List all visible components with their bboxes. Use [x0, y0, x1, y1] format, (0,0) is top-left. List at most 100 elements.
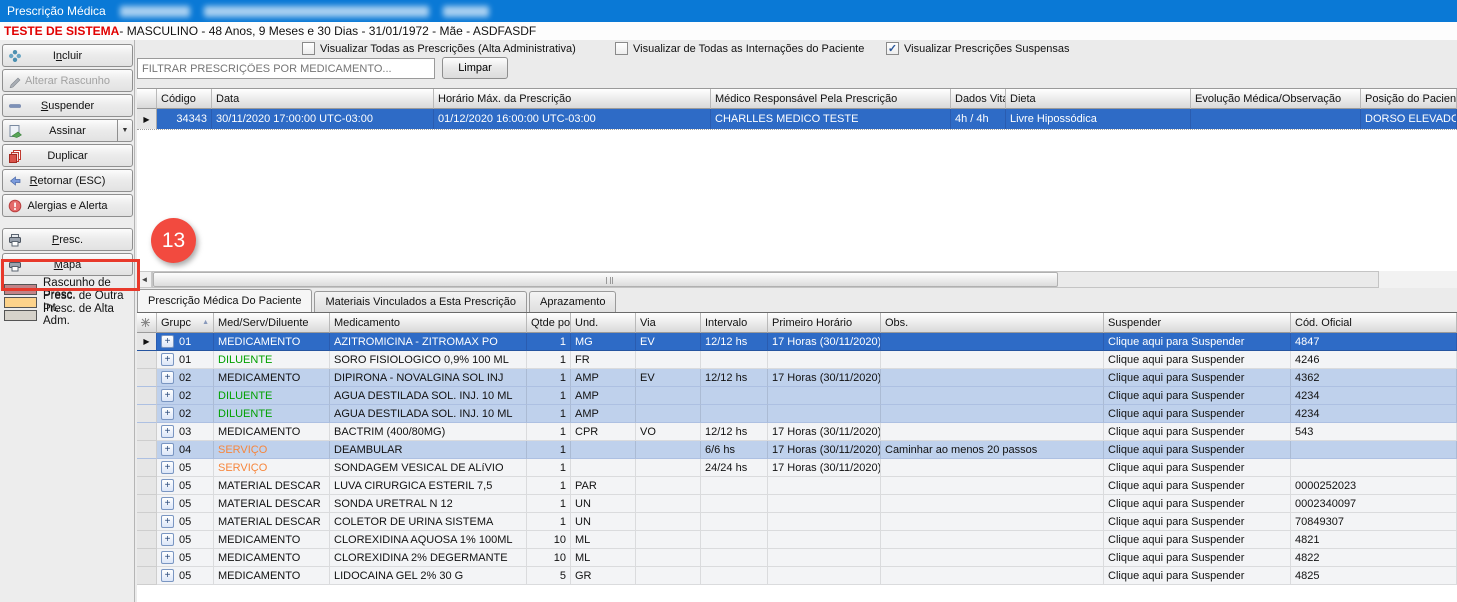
- column-header[interactable]: Médico Responsável Pela Prescrição: [711, 89, 951, 109]
- suspend-link[interactable]: Clique aqui para Suspender: [1104, 369, 1291, 387]
- table-row[interactable]: +05MEDICAMENTOCLOREXIDINA AQUOSA 1% 100M…: [137, 531, 1457, 549]
- window-title: Prescrição Médica: [7, 4, 106, 18]
- tab-prescri-o-m-dica-do-paciente[interactable]: Prescrição Médica Do Paciente: [137, 289, 312, 312]
- checkbox-option[interactable]: ✓Visualizar Prescrições Suspensas: [886, 42, 1069, 55]
- medication-filter-input[interactable]: [137, 58, 435, 79]
- suspend-link[interactable]: Clique aqui para Suspender: [1104, 405, 1291, 423]
- table-row[interactable]: +05MEDICAMENTOCLOREXIDINA 2% DEGERMANTE1…: [137, 549, 1457, 567]
- expand-row-button[interactable]: +: [161, 389, 174, 402]
- suspend-link[interactable]: Clique aqui para Suspender: [1104, 459, 1291, 477]
- table-row[interactable]: +05MATERIAL DESCARLUVA CIRURGICA ESTERIL…: [137, 477, 1457, 495]
- column-header[interactable]: Posição do Paciente: [1361, 89, 1457, 109]
- cell-tipo: DILUENTE: [214, 387, 330, 405]
- column-header[interactable]: Obs.: [881, 313, 1104, 333]
- table-row[interactable]: +05MATERIAL DESCARSONDA URETRAL N 121UNC…: [137, 495, 1457, 513]
- suspend-link[interactable]: Clique aqui para Suspender: [1104, 423, 1291, 441]
- column-header[interactable]: Und.: [571, 313, 636, 333]
- table-row[interactable]: ▶+01MEDICAMENTOAZITROMICINA - ZITROMAX P…: [137, 333, 1457, 351]
- window-titlebar: Prescrição Médica: [0, 0, 1457, 22]
- hscrollbar-thumb[interactable]: [153, 272, 1058, 287]
- cell-qtde: 10: [527, 549, 571, 567]
- expand-row-button[interactable]: +: [161, 569, 174, 582]
- sidebar-button-retornar-esc[interactable]: Retornar (ESC): [2, 169, 133, 192]
- suspend-link[interactable]: Clique aqui para Suspender: [1104, 495, 1291, 513]
- column-header[interactable]: Intervalo: [701, 313, 768, 333]
- cell-qtde: 1: [527, 495, 571, 513]
- cell-qtde: 1: [527, 387, 571, 405]
- expand-row-button[interactable]: +: [161, 335, 174, 348]
- column-header[interactable]: Dieta: [1006, 89, 1191, 109]
- checked-checkbox-icon[interactable]: ✓: [886, 42, 899, 55]
- cell-grupo: +02: [157, 369, 214, 387]
- suspend-link[interactable]: Clique aqui para Suspender: [1104, 477, 1291, 495]
- column-header[interactable]: Primeiro Horário: [768, 313, 881, 333]
- suspend-link[interactable]: Clique aqui para Suspender: [1104, 549, 1291, 567]
- suspend-link[interactable]: Clique aqui para Suspender: [1104, 531, 1291, 549]
- expand-row-button[interactable]: +: [161, 407, 174, 420]
- suspend-link[interactable]: Clique aqui para Suspender: [1104, 351, 1291, 369]
- column-header[interactable]: Med/Serv/Diluente: [214, 313, 330, 333]
- expand-row-button[interactable]: +: [161, 425, 174, 438]
- sidebar-button-mapa[interactable]: Mapa: [2, 253, 133, 276]
- sidebar-button-suspender[interactable]: Suspender: [2, 94, 133, 117]
- checkbox-option[interactable]: Visualizar Todas as Prescrições (Alta Ad…: [302, 42, 576, 55]
- table-row[interactable]: +04SERVIÇODEAMBULAR16/6 hs17 Horas (30/1…: [137, 441, 1457, 459]
- column-header[interactable]: Dados Vitais: [951, 89, 1006, 109]
- table-row[interactable]: +01DILUENTESORO FISIOLOGICO 0,9% 100 ML1…: [137, 351, 1457, 369]
- checkbox-option[interactable]: Visualizar de Todas as Internações do Pa…: [615, 42, 864, 55]
- table-row[interactable]: +05MEDICAMENTOLIDOCAINA GEL 2% 30 G5GRCl…: [137, 567, 1457, 585]
- table-row[interactable]: +05MATERIAL DESCARCOLETOR DE URINA SISTE…: [137, 513, 1457, 531]
- expand-row-button[interactable]: +: [161, 533, 174, 546]
- sidebar-button-presc[interactable]: Presc.: [2, 228, 133, 251]
- column-header[interactable]: Cód. Oficial: [1291, 313, 1457, 333]
- expand-row-button[interactable]: +: [161, 515, 174, 528]
- expand-row-button[interactable]: +: [161, 443, 174, 456]
- column-header[interactable]: Qtde por Hc: [527, 313, 571, 333]
- cell-und: PAR: [571, 477, 636, 495]
- suspend-link[interactable]: Clique aqui para Suspender: [1104, 567, 1291, 585]
- table-row[interactable]: +02MEDICAMENTODIPIRONA - NOVALGINA SOL I…: [137, 369, 1457, 387]
- column-header[interactable]: Grupc▲: [157, 313, 214, 333]
- sidebar-button-incluir[interactable]: Incluir: [2, 44, 133, 67]
- column-header[interactable]: Horário Máx. da Prescrição: [434, 89, 711, 109]
- expand-row-button[interactable]: +: [161, 497, 174, 510]
- table-row[interactable]: ▶3434330/11/2020 17:00:00 UTC-03:0001/12…: [137, 109, 1457, 129]
- expand-row-button[interactable]: +: [161, 461, 174, 474]
- column-header[interactable]: Via: [636, 313, 701, 333]
- sidebar-button-assinar[interactable]: Assinar▼: [2, 119, 133, 142]
- tab-aprazamento[interactable]: Aprazamento: [529, 291, 616, 312]
- unchecked-checkbox-icon[interactable]: [302, 42, 315, 55]
- table-row[interactable]: +03MEDICAMENTOBACTRIM (400/80MG)1CPRVO12…: [137, 423, 1457, 441]
- expand-row-button[interactable]: +: [161, 353, 174, 366]
- grupo-value: 05: [179, 534, 191, 546]
- clear-filter-button[interactable]: Limpar: [442, 57, 508, 79]
- column-header[interactable]: Evolução Médica/Observação: [1191, 89, 1361, 109]
- scroll-left-button[interactable]: ◄: [137, 271, 152, 288]
- suspend-link[interactable]: Clique aqui para Suspender: [1104, 333, 1291, 351]
- row-indicator-icon: [137, 423, 157, 441]
- dropdown-arrow-icon[interactable]: ▼: [117, 120, 132, 141]
- column-header[interactable]: [137, 313, 157, 333]
- column-header[interactable]: [137, 89, 157, 109]
- table-row[interactable]: +02DILUENTEAGUA DESTILADA SOL. INJ. 10 M…: [137, 387, 1457, 405]
- row-indicator-icon: [137, 549, 157, 567]
- sidebar-button-duplicar[interactable]: Duplicar: [2, 144, 133, 167]
- table-row[interactable]: +05SERVIÇOSONDAGEM VESICAL DE ALíVIO124/…: [137, 459, 1457, 477]
- cell-tipo: MATERIAL DESCAR: [214, 495, 330, 513]
- unchecked-checkbox-icon[interactable]: [615, 42, 628, 55]
- suspend-link[interactable]: Clique aqui para Suspender: [1104, 387, 1291, 405]
- expand-row-button[interactable]: +: [161, 551, 174, 564]
- column-header[interactable]: Medicamento: [330, 313, 527, 333]
- table-row[interactable]: +02DILUENTEAGUA DESTILADA SOL. INJ. 10 M…: [137, 405, 1457, 423]
- tab-materiais-vinculados-a-esta-prescri-o[interactable]: Materiais Vinculados a Esta Prescrição: [314, 291, 527, 312]
- suspend-link[interactable]: Clique aqui para Suspender: [1104, 441, 1291, 459]
- expand-row-button[interactable]: +: [161, 371, 174, 384]
- sidebar-button-alergias-e-alerta[interactable]: Alergias e Alerta: [2, 194, 133, 217]
- hscrollbar-track[interactable]: [152, 271, 1379, 288]
- column-header[interactable]: Código: [157, 89, 212, 109]
- suspend-link[interactable]: Clique aqui para Suspender: [1104, 513, 1291, 531]
- row-separator: [137, 129, 1457, 130]
- expand-row-button[interactable]: +: [161, 479, 174, 492]
- column-header[interactable]: Suspender: [1104, 313, 1291, 333]
- column-header[interactable]: Data: [212, 89, 434, 109]
